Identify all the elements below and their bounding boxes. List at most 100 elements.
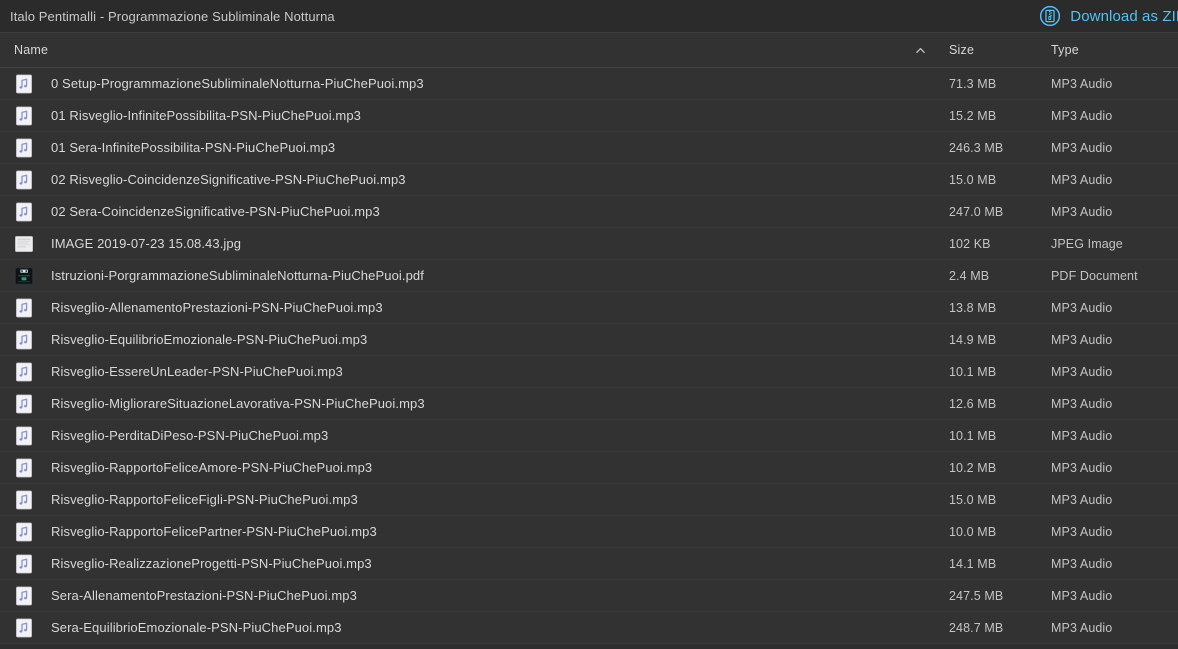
file-size-cell: 14.1 MB (949, 548, 996, 579)
file-size-cell: 13.8 MB (949, 292, 996, 323)
file-size-cell: 2.4 MB (949, 260, 989, 291)
table-row[interactable]: 02 Risveglio-CoincidenzeSignificative-PS… (0, 164, 1178, 196)
file-type-cell: MP3 Audio (1051, 484, 1112, 515)
file-name-label: Istruzioni-PorgrammazioneSubliminaleNott… (51, 268, 424, 283)
file-type-cell: MP3 Audio (1051, 516, 1112, 547)
table-row[interactable]: Risveglio-PerditaDiPeso-PSN-PiuChePuoi.m… (0, 420, 1178, 452)
file-name-label: Risveglio-RapportoFelicePartner-PSN-PiuC… (51, 524, 377, 539)
download-as-zip-label: Download as ZIP (1070, 7, 1178, 25)
file-size-label: 14.9 MB (949, 332, 997, 347)
file-type-label: PDF Document (1051, 268, 1138, 283)
table-row[interactable]: 0 Setup-ProgrammazioneSubliminaleNotturn… (0, 68, 1178, 100)
table-row[interactable]: 02 Sera-CoincidenzeSignificative-PSN-Piu… (0, 196, 1178, 228)
table-row[interactable]: Sera-AllenamentoPrestazioni-PSN-PiuChePu… (0, 580, 1178, 612)
file-name-label: 0 Setup-ProgrammazioneSubliminaleNotturn… (51, 76, 424, 91)
file-size-label: 13.8 MB (949, 300, 997, 315)
file-name-label: Sera-EquilibrioEmozionale-PSN-PiuChePuoi… (51, 620, 342, 635)
mp3-file-icon (14, 554, 51, 574)
file-name-cell[interactable]: Risveglio-RapportoFeliceFigli-PSN-PiuChe… (14, 484, 358, 515)
table-row[interactable]: IMAGE 2019-07-23 15.08.43.jpg 102 KB JPEG … (0, 228, 1178, 260)
table-row[interactable]: Istruzioni-PorgrammazioneSubliminaleNott… (0, 260, 1178, 292)
table-row[interactable]: Risveglio-EssereUnLeader-PSN-PiuChePuoi.… (0, 356, 1178, 388)
file-type-label: MP3 Audio (1051, 524, 1113, 539)
file-name-cell[interactable]: 0 Setup-ProgrammazioneSubliminaleNotturn… (14, 68, 424, 99)
table-row[interactable]: Risveglio-MigliorareSituazioneLavorativa… (0, 388, 1178, 420)
file-name-cell[interactable]: 02 Sera-CoincidenzeSignificative-PSN-Piu… (14, 196, 380, 227)
file-name-label: Sera-AllenamentoPrestazioni-PSN-PiuChePu… (51, 588, 357, 603)
column-header-name-label: Name (14, 43, 49, 57)
file-size-label: 15.0 MB (949, 172, 997, 187)
file-size-cell: 246.3 MB (949, 132, 1003, 163)
file-name-label: Risveglio-RapportoFeliceFigli-PSN-PiuChe… (51, 492, 358, 507)
file-type-label: MP3 Audio (1051, 108, 1113, 123)
file-type-label: JPEG Image (1051, 236, 1123, 251)
table-row[interactable]: 01 Risveglio-InfinitePossibilita-PSN-Piu… (0, 100, 1178, 132)
file-name-cell[interactable]: Risveglio-EssereUnLeader-PSN-PiuChePuoi.… (14, 356, 343, 387)
file-type-label: MP3 Audio (1051, 332, 1113, 347)
file-size-label: 71.3 MB (949, 76, 997, 91)
table-row[interactable]: 01 Sera-InfinitePossibilita-PSN-PiuChePu… (0, 132, 1178, 164)
file-type-cell: MP3 Audio (1051, 100, 1112, 131)
file-name-cell[interactable]: Istruzioni-PorgrammazioneSubliminaleNott… (14, 260, 424, 291)
download-as-zip-button[interactable]: Download as ZIP (1039, 5, 1178, 27)
table-row[interactable]: Risveglio-RapportoFelicePartner-PSN-PiuC… (0, 516, 1178, 548)
table-row[interactable]: Risveglio-RealizzazioneProgetti-PSN-PiuC… (0, 548, 1178, 580)
file-name-cell[interactable]: Risveglio-PerditaDiPeso-PSN-PiuChePuoi.m… (14, 420, 328, 451)
file-name-cell[interactable]: Risveglio-AllenamentoPrestazioni-PSN-Piu… (14, 292, 383, 323)
mp3-file-icon (14, 138, 51, 158)
file-type-cell: MP3 Audio (1051, 196, 1112, 227)
file-name-cell[interactable]: Risveglio-RealizzazioneProgetti-PSN-PiuC… (14, 548, 372, 579)
file-name-cell[interactable]: 01 Sera-InfinitePossibilita-PSN-PiuChePu… (14, 132, 335, 163)
file-type-label: MP3 Audio (1051, 76, 1113, 91)
page-title: Italo Pentimalli - Programmazione Sublim… (10, 8, 335, 24)
file-name-cell[interactable]: 02 Risveglio-CoincidenzeSignificative-PS… (14, 164, 406, 195)
file-name-cell[interactable]: Risveglio-RapportoFelicePartner-PSN-PiuC… (14, 516, 377, 547)
mp3-file-icon (14, 522, 51, 542)
file-size-cell: 14.9 MB (949, 324, 996, 355)
file-name-label: Risveglio-RapportoFeliceAmore-PSN-PiuChe… (51, 460, 373, 475)
file-name-cell[interactable]: Risveglio-MigliorareSituazioneLavorativa… (14, 388, 425, 419)
file-size-label: 247.5 MB (949, 588, 1004, 603)
table-row[interactable]: Risveglio-RapportoFeliceFigli-PSN-PiuChe… (0, 484, 1178, 516)
file-name-cell[interactable]: Risveglio-RapportoFeliceAmore-PSN-PiuChe… (14, 452, 372, 483)
file-type-label: MP3 Audio (1051, 300, 1113, 315)
file-name-cell[interactable]: Risveglio-EquilibrioEmozionale-PSN-PiuCh… (14, 324, 367, 355)
file-type-cell: MP3 Audio (1051, 420, 1112, 451)
file-size-cell: 71.3 MB (949, 68, 996, 99)
sort-indicator[interactable] (915, 33, 926, 67)
file-size-cell: 15.2 MB (949, 100, 996, 131)
file-name-label: Risveglio-PerditaDiPeso-PSN-PiuChePuoi.m… (51, 428, 329, 443)
table-row[interactable]: Risveglio-EquilibrioEmozionale-PSN-PiuCh… (0, 324, 1178, 356)
table-body: 0 Setup-ProgrammazioneSubliminaleNotturn… (0, 68, 1178, 644)
file-size-label: 248.7 MB (949, 620, 1004, 635)
file-size-cell: 12.6 MB (949, 388, 996, 419)
file-size-label: 10.1 MB (949, 428, 997, 443)
file-size-cell: 10.2 MB (949, 452, 996, 483)
file-name-cell[interactable]: 01 Risveglio-InfinitePossibilita-PSN-Piu… (14, 100, 361, 131)
mp3-file-icon (14, 170, 51, 190)
column-header-name[interactable]: Name (14, 33, 48, 67)
file-name-label: Risveglio-RealizzazioneProgetti-PSN-PiuC… (51, 556, 372, 571)
table-row[interactable]: Sera-EquilibrioEmozionale-PSN-PiuChePuoi… (0, 612, 1178, 644)
file-name-cell[interactable]: Sera-EquilibrioEmozionale-PSN-PiuChePuoi… (14, 612, 342, 643)
column-header-type[interactable]: Type (1051, 33, 1079, 67)
column-header-type-label: Type (1051, 43, 1079, 57)
file-size-cell: 10.0 MB (949, 516, 996, 547)
table-row[interactable]: Risveglio-RapportoFeliceAmore-PSN-PiuChe… (0, 452, 1178, 484)
file-size-label: 14.1 MB (949, 556, 997, 571)
file-size-cell: 15.0 MB (949, 164, 996, 195)
file-size-label: 2.4 MB (949, 268, 990, 283)
file-type-label: MP3 Audio (1051, 140, 1113, 155)
mp3-file-icon (14, 362, 51, 382)
table-row[interactable]: Risveglio-AllenamentoPrestazioni-PSN-Piu… (0, 292, 1178, 324)
mp3-file-icon (14, 330, 51, 350)
table-header-row: Name Size Type (0, 33, 1178, 68)
file-name-cell[interactable]: Sera-AllenamentoPrestazioni-PSN-PiuChePu… (14, 580, 357, 611)
file-name-label: 02 Sera-CoincidenzeSignificative-PSN-Piu… (51, 204, 380, 219)
file-size-cell: 248.7 MB (949, 612, 1003, 643)
file-name-cell[interactable]: IMAGE 2019-07-23 15.08.43.jpg (14, 228, 241, 259)
file-type-label: MP3 Audio (1051, 556, 1113, 571)
mp3-file-icon (14, 394, 51, 414)
column-header-size[interactable]: Size (949, 33, 974, 67)
file-type-label: MP3 Audio (1051, 364, 1113, 379)
